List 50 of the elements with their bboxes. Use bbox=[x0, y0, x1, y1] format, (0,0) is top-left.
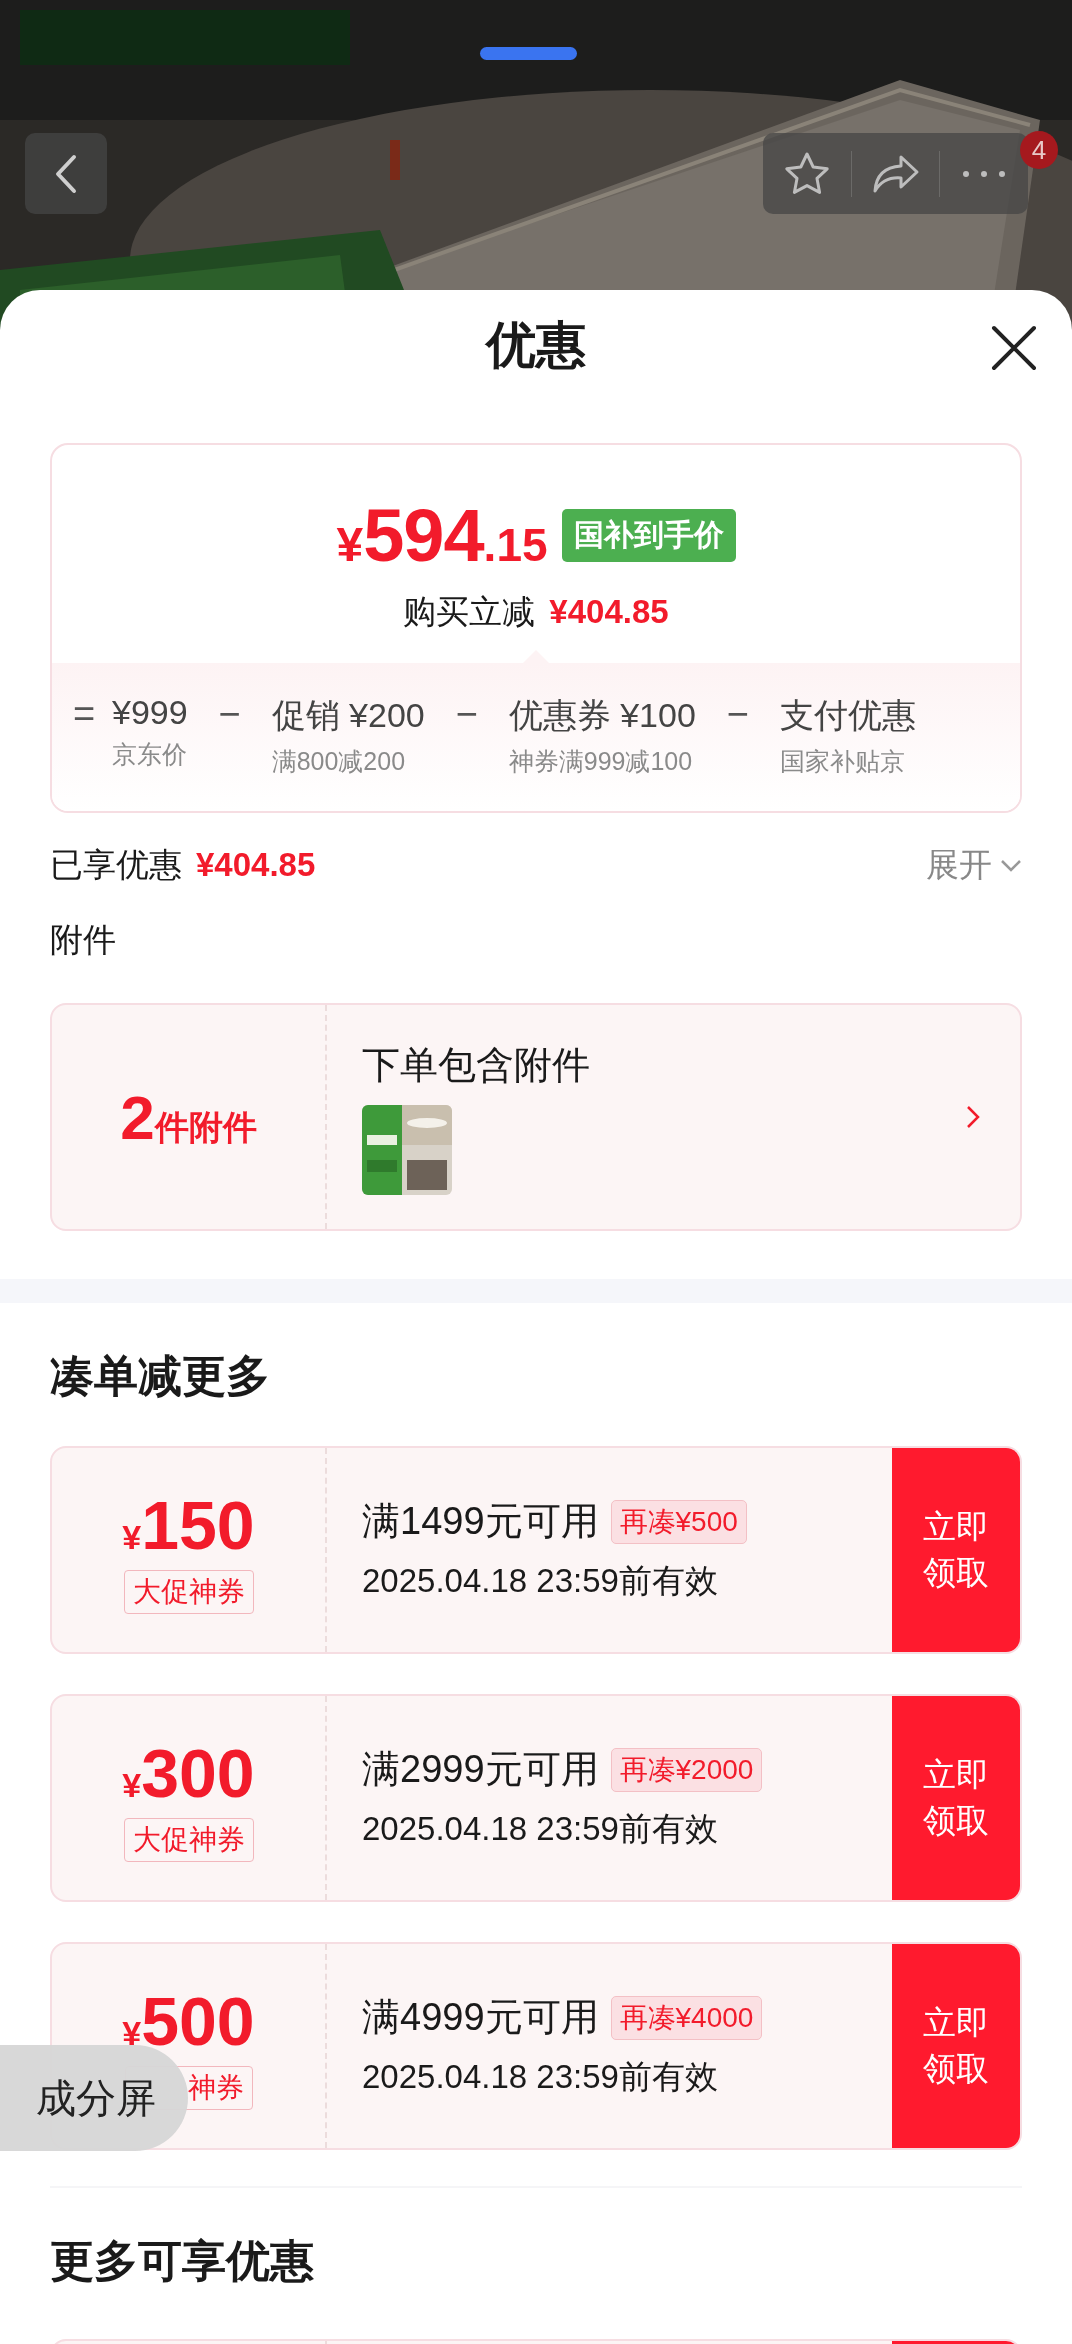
gap-tag: 再凑¥500 bbox=[610, 1499, 747, 1544]
attachment-count: 2件附件 bbox=[120, 1081, 257, 1153]
star-icon bbox=[782, 150, 831, 197]
coupon-tag: 大促神券 bbox=[123, 1570, 254, 1614]
subsidy-badge: 国补到手价 bbox=[561, 509, 736, 562]
price-term-label: 京东价 bbox=[112, 739, 188, 770]
coupon-validity: 2025.04.18 23:59前有效 bbox=[362, 1809, 719, 1849]
back-button[interactable] bbox=[25, 133, 107, 214]
operator-sign: − bbox=[725, 693, 750, 736]
split-screen-pill[interactable]: 成分屏 bbox=[0, 2045, 188, 2151]
operator-sign: − bbox=[454, 693, 479, 736]
coupon-validity: 2025.04.18 23:59前有效 bbox=[362, 2057, 719, 2097]
coupon-amount: ¥150 bbox=[122, 1486, 255, 1564]
coupon-condition: 满1499元可用 bbox=[362, 1499, 599, 1544]
back-icon bbox=[54, 153, 78, 194]
claim-button[interactable]: 立即领取 bbox=[892, 1696, 1020, 1900]
price-term: 支付优惠 bbox=[779, 695, 916, 736]
claim-button[interactable]: 立即领取 bbox=[892, 1448, 1020, 1652]
attachment-link[interactable]: 下单包含附件 bbox=[327, 1005, 1020, 1229]
price-term-label: 神券满999减100 bbox=[508, 746, 694, 777]
coupon-amount: ¥300 bbox=[122, 1734, 255, 1812]
gap-tag: 再凑¥2000 bbox=[610, 1747, 763, 1792]
coupon-validity: 2025.04.18 23:59前有效 bbox=[362, 1561, 719, 1601]
gap-tag: 再凑¥4000 bbox=[610, 1995, 763, 2040]
saving-amount: ¥404.85 bbox=[549, 593, 669, 631]
expand-toggle[interactable]: 展开 bbox=[926, 843, 1022, 888]
price-term-label: 满800减200 bbox=[271, 746, 407, 777]
price-term-label: 国家补贴京 bbox=[779, 746, 906, 777]
chevron-icon bbox=[1000, 858, 1022, 873]
section-label: 附件 bbox=[50, 920, 117, 960]
saving-label: 购买立减 bbox=[403, 592, 536, 632]
more-icon bbox=[962, 169, 1007, 178]
operator-sign: = bbox=[71, 693, 97, 736]
operator-sign: − bbox=[217, 693, 242, 736]
close-icon bbox=[990, 324, 1038, 372]
coupon-condition: 满2999元可用 bbox=[362, 1747, 599, 1792]
sheet-title: 优惠 bbox=[486, 315, 586, 375]
coupon-condition: 满4999元可用 bbox=[362, 1995, 599, 2040]
price-term: 促销 ¥200 bbox=[271, 695, 425, 736]
final-price: ¥594.15 bbox=[336, 493, 548, 578]
discount-label: 已享优惠 bbox=[50, 845, 182, 885]
price-term: ¥999 bbox=[112, 693, 188, 732]
discount-amount: ¥404.85 bbox=[196, 846, 316, 884]
chevron-right-icon bbox=[966, 1105, 980, 1129]
coupon-tag: 大促神券 bbox=[123, 1818, 254, 1862]
drag-handle[interactable] bbox=[480, 47, 577, 60]
section-heading: 更多可享优惠 bbox=[50, 2235, 315, 2287]
section-heading: 凑单减更多 bbox=[50, 1350, 271, 1402]
claim-button[interactable]: 立即领取 bbox=[892, 1944, 1020, 2148]
price-term: 优惠券 ¥100 bbox=[508, 695, 696, 736]
